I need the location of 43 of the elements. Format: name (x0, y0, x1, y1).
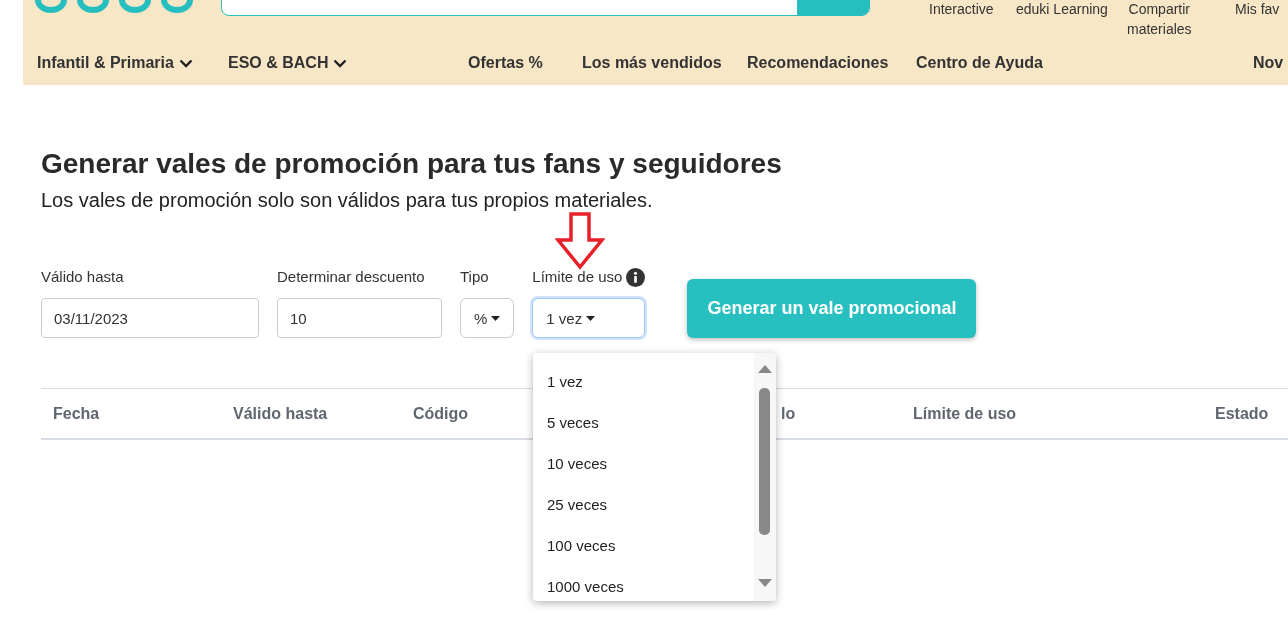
caret-icon (586, 315, 596, 321)
field-label: Determinar descuento (277, 267, 425, 287)
dropdown-option[interactable]: 1000 veces (533, 566, 754, 601)
column-header: Fecha (52, 404, 101, 423)
header-link[interactable]: Mis fav (1235, 0, 1280, 19)
nav-item[interactable]: Recomendaciones (747, 52, 889, 74)
dropdown-option[interactable]: 1 vez (533, 361, 754, 402)
scroll-down-icon[interactable] (758, 579, 772, 587)
nav-item[interactable]: Los más vendidos (582, 52, 722, 74)
field-label: Tipo (460, 267, 489, 287)
chevron-down-icon (178, 58, 193, 68)
select-dropdown[interactable]: % (460, 298, 515, 338)
nav-item[interactable]: Nov (1253, 52, 1284, 74)
text-field[interactable]: 03/11/2023 (41, 298, 259, 338)
header-link[interactable]: Compartir materiales (1127, 0, 1192, 39)
nav-item[interactable]: Infantil & Primaria (37, 52, 193, 74)
page-title: Generar vales de promoción para tus fans y seguidores (41, 147, 783, 181)
logo-icon (35, 0, 193, 14)
column-header: Límite de uso (912, 404, 1018, 423)
page-subtitle: Los vales de promoción solo son válidos para tus propios materiales. (41, 188, 654, 213)
nav-item[interactable]: ESO & BACH (228, 52, 348, 74)
scroll-up-icon[interactable] (758, 365, 772, 373)
chevron-down-icon (333, 58, 348, 68)
dropdown-option[interactable]: 100 veces (533, 525, 754, 566)
arrow-drawing (555, 212, 605, 270)
column-header: Válido hasta (232, 404, 329, 423)
nav-item[interactable]: Centro de Ayuda (916, 52, 1043, 74)
column-header: Estado (1214, 404, 1270, 423)
field-label: Válido hasta (41, 267, 124, 287)
select-dropdown[interactable]: 1 vez (532, 298, 646, 338)
scroll-thumb[interactable] (759, 388, 770, 535)
nav-item[interactable]: Ofertas % (468, 52, 543, 74)
dropdown-option[interactable]: 25 veces (533, 484, 754, 525)
info-icon[interactable] (626, 267, 646, 287)
header-link[interactable]: eduki Learning (1016, 0, 1108, 19)
dropdown-option[interactable]: 10 veces (533, 443, 754, 484)
caret-icon (491, 315, 501, 321)
text-field[interactable]: 10 (277, 298, 442, 338)
dropdown-option[interactable]: 5 veces (533, 402, 754, 443)
header-link[interactable]: Interactive (929, 0, 994, 19)
column-header: lo (780, 404, 797, 423)
scrollbar[interactable] (754, 353, 776, 601)
field-label: Límite de uso (532, 267, 623, 287)
